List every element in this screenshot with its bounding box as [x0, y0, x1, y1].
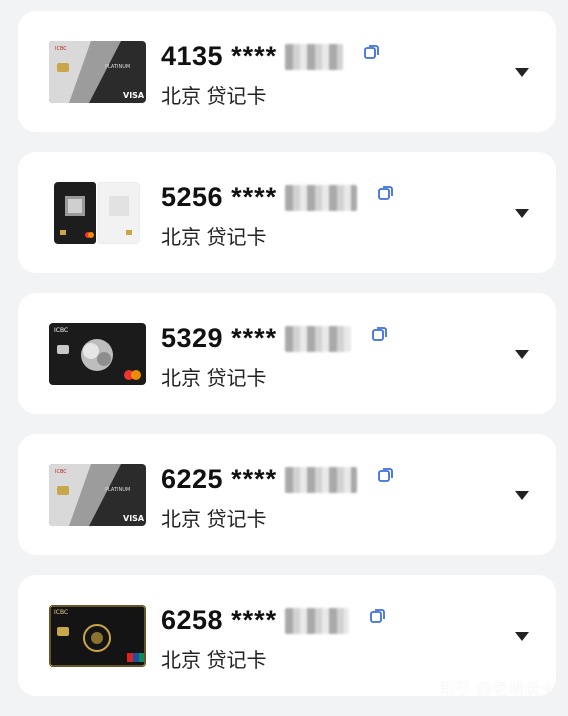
chevron-down-icon[interactable]	[514, 206, 530, 218]
svg-text:ICBC: ICBC	[54, 327, 68, 334]
card-number: 5329 ****	[161, 323, 389, 354]
card-thumbnail-platinum-visa: ICBC PLATINUM VISA	[49, 41, 146, 103]
card-description: 北京 贷记卡	[161, 509, 267, 531]
card-description: 北京 贷记卡	[161, 650, 267, 672]
chevron-down-icon[interactable]	[514, 65, 530, 77]
card-number: 6225 ****	[161, 464, 395, 495]
card-thumbnail-black-peony: ICBC	[49, 323, 146, 385]
chevron-down-icon[interactable]	[514, 347, 530, 359]
card-item[interactable]: ICBC PLATINUM VISA 6225 **** 北京 贷记卡	[18, 434, 556, 555]
copy-icon[interactable]	[377, 184, 395, 202]
chevron-down-icon[interactable]	[514, 629, 530, 641]
svg-text:VISA: VISA	[123, 514, 145, 523]
watermark: 知乎 @老胡说卡	[439, 681, 556, 698]
copy-icon[interactable]	[371, 325, 389, 343]
copy-icon[interactable]	[377, 466, 395, 484]
card-item[interactable]: ICBC 5329 **** 北京 贷记卡	[18, 293, 556, 414]
card-number-blurred	[285, 325, 352, 352]
card-number: 4135 ****	[161, 41, 381, 72]
card-number-mask: ****	[231, 182, 278, 212]
card-number-prefix: 6258	[161, 605, 224, 635]
card-description: 北京 贷记卡	[161, 227, 267, 249]
card-number: 5256 ****	[161, 182, 395, 213]
card-description: 北京 贷记卡	[161, 86, 267, 108]
card-item[interactable]: ICBC PLATINUM VISA 4135 **** 北京 贷记卡	[18, 11, 556, 132]
card-item[interactable]: 5256 **** 北京 贷记卡	[18, 152, 556, 273]
card-number-prefix: 6225	[161, 464, 224, 494]
card-number: 6258 ****	[161, 605, 387, 636]
copy-icon[interactable]	[363, 43, 381, 61]
card-number-prefix: 5329	[161, 323, 224, 353]
card-number-mask: ****	[231, 41, 278, 71]
card-number-blurred	[285, 184, 358, 211]
card-number-mask: ****	[231, 605, 278, 635]
svg-text:PLATINUM: PLATINUM	[105, 64, 130, 70]
card-number-mask: ****	[231, 323, 278, 353]
card-number-prefix: 5256	[161, 182, 224, 212]
card-number-prefix: 4135	[161, 41, 224, 71]
svg-text:ICBC: ICBC	[54, 609, 68, 616]
card-description: 北京 贷记卡	[161, 368, 267, 390]
card-thumbnail-platinum-visa: ICBC PLATINUM VISA	[49, 464, 146, 526]
card-thumbnail-qr-split	[54, 182, 140, 244]
card-number-mask: ****	[231, 464, 278, 494]
svg-text:ICBC: ICBC	[55, 469, 67, 475]
card-number-blurred	[285, 607, 350, 634]
card-number-blurred	[285, 43, 344, 70]
svg-text:ICBC: ICBC	[55, 46, 67, 52]
card-number-blurred	[285, 466, 358, 493]
svg-text:PLATINUM: PLATINUM	[105, 487, 130, 493]
card-thumbnail-black-gold-unionpay: ICBC	[49, 605, 146, 667]
chevron-down-icon[interactable]	[514, 488, 530, 500]
copy-icon[interactable]	[369, 607, 387, 625]
card-list: ICBC PLATINUM VISA 4135 **** 北京 贷记卡 5256…	[18, 11, 556, 716]
svg-text:VISA: VISA	[123, 91, 145, 100]
